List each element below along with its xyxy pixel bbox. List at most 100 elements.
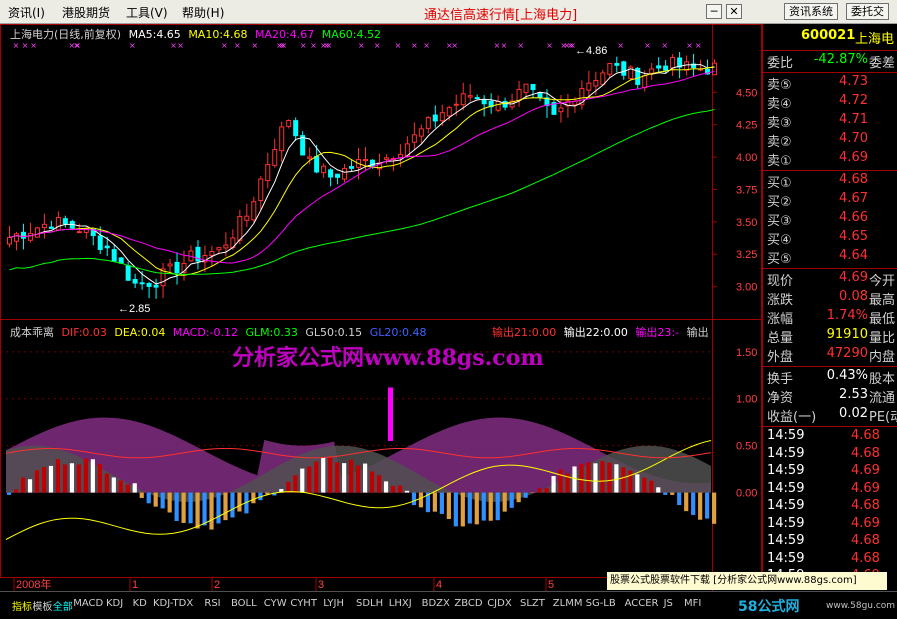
macd-histogram-bar <box>363 463 368 493</box>
tick-price: 4.68 <box>851 445 880 461</box>
tab-bdzx[interactable]: BDZX <box>422 598 450 609</box>
bid-row-4-value: 4.65 <box>839 229 868 244</box>
candle-body <box>670 56 676 69</box>
ask-row-1-value: 4.69 <box>839 150 868 165</box>
tab-模板[interactable]: 模板 <box>32 598 52 613</box>
macd-histogram-bar <box>383 481 389 493</box>
indicator-name: 成本乖离 <box>10 326 54 339</box>
candle-body <box>314 156 320 173</box>
candle-body <box>342 167 348 180</box>
macd-histogram-bar <box>691 492 696 515</box>
macd-histogram-bar <box>418 492 424 508</box>
tab-全部[interactable]: 全部 <box>53 598 73 613</box>
tab-mfi[interactable]: MFI <box>684 598 701 609</box>
bid-row-2-value: 4.67 <box>839 191 868 206</box>
tab-cjdx[interactable]: CJDX <box>487 598 511 609</box>
signal-marker: × <box>177 41 184 50</box>
signal-marker: × <box>170 41 177 50</box>
signal-marker: × <box>395 41 402 50</box>
tab-lhxj[interactable]: LHXJ <box>389 598 412 609</box>
bid-row-2-label: 买② <box>767 195 792 210</box>
tick-row: 14:59 4.68 <box>767 428 897 447</box>
candle-body <box>265 164 271 182</box>
tab-boll[interactable]: BOLL <box>231 598 257 609</box>
signal-marker: × <box>517 41 524 50</box>
signal-marker: × <box>300 41 307 50</box>
macd-histogram-bar <box>48 465 54 493</box>
indicator-axis-label: 0.50 <box>736 441 757 453</box>
signal-marker: × <box>73 41 80 50</box>
app-title: 通达信高速行情[上海电力] <box>424 8 578 23</box>
menu-info[interactable]: 资讯(I) <box>8 4 45 21</box>
signal-marker: × <box>695 41 702 50</box>
tab-accer[interactable]: ACCER <box>625 598 659 609</box>
macd-histogram-bar <box>404 490 410 493</box>
indicator-axis-label: 0.00 <box>736 488 757 500</box>
tab-cyht[interactable]: CYHT <box>290 598 317 609</box>
bid-row-5: 买⑤ 4.64 <box>767 248 897 267</box>
macd-histogram-bar <box>90 459 95 493</box>
tick-time: 14:59 <box>767 463 805 478</box>
macd-histogram-bar <box>523 492 528 498</box>
menu-tools[interactable]: 工具(V) <box>126 4 168 21</box>
ask-row-4-label: 卖④ <box>767 97 792 112</box>
ask-row-3-label: 卖③ <box>767 116 792 131</box>
minimize-button[interactable]: ─ <box>706 4 722 19</box>
bid-row-4: 买④ 4.65 <box>767 229 897 248</box>
signal-marker: × <box>323 41 330 50</box>
tab-macd[interactable]: MACD <box>73 598 103 609</box>
tab-lyjh[interactable]: LYJH <box>323 598 344 609</box>
tick-time: 14:59 <box>767 515 805 531</box>
tick-price: 4.69 <box>851 463 880 478</box>
signal-marker: × <box>22 41 29 50</box>
stat2-row-1: 净资 2.53 流通 <box>767 387 897 406</box>
tab-slzt[interactable]: SLZT <box>520 598 545 609</box>
tab-cyw[interactable]: CYW <box>264 598 287 609</box>
candle-body <box>6 237 12 245</box>
macd-histogram-bar <box>342 463 347 493</box>
tick-time: 14:59 <box>767 533 805 548</box>
macd-histogram-bar <box>293 475 298 493</box>
tab-kd[interactable]: KD <box>133 598 147 609</box>
menu-help[interactable]: 帮助(H) <box>182 4 224 21</box>
candle-body <box>223 244 229 249</box>
close-button[interactable]: ✕ <box>726 4 742 19</box>
weibi-row: 委比 -42.87% 委差 <box>767 52 897 71</box>
macd-histogram-bar <box>509 492 514 508</box>
macd-histogram-bar <box>181 492 186 523</box>
tab-zlmm[interactable]: ZLMM <box>553 598 583 609</box>
candle-body <box>481 99 487 105</box>
stat-row-1-label: 涨跌 <box>767 293 794 308</box>
ad-banner[interactable]: 股票公式股票软件下载 [分析家公式网www.88gs.com] <box>607 572 887 590</box>
macd-histogram-bar <box>502 492 507 512</box>
kline-chart[interactable]: 4.50 4.25 4.00 3.75 3.50 3.25 3.00 1.50 1.00 0.50… <box>0 24 762 591</box>
macd-histogram-bar <box>705 492 710 519</box>
candle-body <box>251 201 257 221</box>
trade-button[interactable]: 委托交 <box>846 3 889 20</box>
menu-hk-futures[interactable]: 港股期货 <box>62 4 110 21</box>
tab-zbcd[interactable]: ZBCD <box>454 598 482 609</box>
info-system-button[interactable]: 资讯系统 <box>784 3 838 20</box>
macd-histogram-bar <box>286 481 291 493</box>
macd-histogram-bar <box>677 492 682 506</box>
tab-kdj[interactable]: KDJ <box>106 598 123 609</box>
tab-kdj-tdx[interactable]: KDJ-TDX <box>153 598 193 609</box>
candle-body <box>453 103 459 106</box>
time-axis-label: 2 <box>214 579 220 591</box>
candle-body <box>34 227 40 238</box>
stat-row-3-label: 总量 <box>767 331 794 346</box>
macd-histogram-bar <box>649 480 654 493</box>
macd-histogram-bar <box>97 463 102 493</box>
chart-area[interactable]: 4.50 4.25 4.00 3.75 3.50 3.25 3.00 1.50 1.00 0.50… <box>0 24 762 591</box>
glm-label: GLM:0.33 <box>245 326 298 339</box>
stat2-row-2-value: 0.02 <box>839 406 868 421</box>
bid-row-1-label: 买① <box>767 176 792 191</box>
tab-sdlh[interactable]: SDLH <box>356 598 383 609</box>
candle-body <box>467 95 473 98</box>
tab-js[interactable]: JS <box>664 598 673 609</box>
tab-rsi[interactable]: RSI <box>204 598 220 609</box>
candle-body <box>48 226 54 229</box>
tab-sg-lb[interactable]: SG-LB <box>586 598 616 609</box>
tick-time: 14:59 <box>767 498 805 513</box>
tab-指标[interactable]: 指标 <box>12 598 32 613</box>
